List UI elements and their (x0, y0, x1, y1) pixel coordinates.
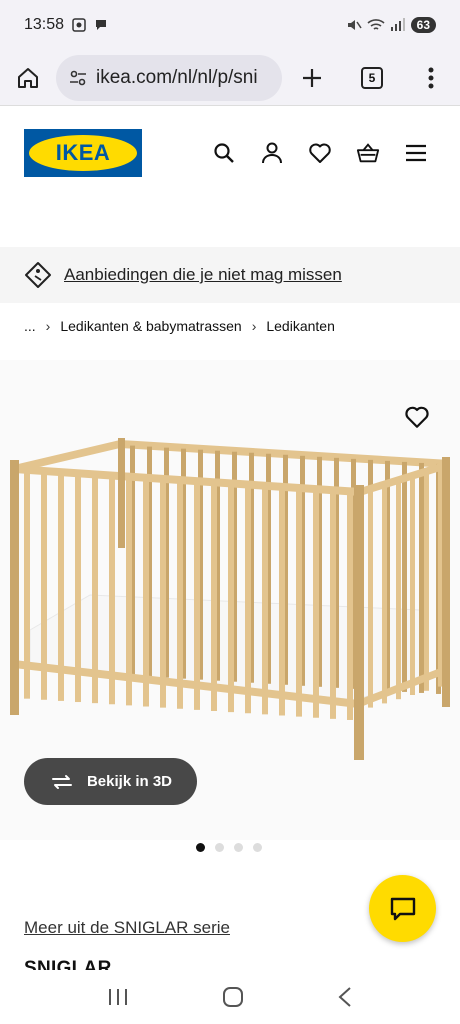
mute-icon (347, 20, 362, 30)
tab-switcher-button[interactable]: 5 (342, 50, 402, 106)
view-3d-label: Bekijk in 3D (86, 773, 173, 790)
heart-icon[interactable] (404, 404, 430, 430)
price-tag-icon (25, 262, 51, 288)
plus-icon (303, 68, 321, 87)
new-tab-button[interactable] (282, 50, 342, 106)
status-bar: 13:58 63 (0, 0, 460, 50)
breadcrumb-item[interactable]: Ledikanten & babymatrassen (60, 318, 241, 334)
heart-icon (309, 143, 331, 163)
chat-icon (390, 897, 415, 920)
url-text[interactable]: ikea.com/nl/nl/p/sni (96, 67, 258, 89)
basket-button[interactable] (356, 137, 380, 169)
logo-text: IKEA (55, 140, 111, 165)
site-header: IKEA (0, 106, 460, 246)
logo-oval: IKEA (29, 135, 137, 171)
tab-count: 5 (361, 66, 383, 89)
chevron-right-icon: › (251, 318, 257, 334)
system-nav-bar (0, 970, 460, 1024)
site-settings-icon[interactable] (68, 68, 88, 88)
menu-icon (406, 144, 426, 162)
home-button[interactable] (0, 50, 56, 106)
wifi-icon (367, 19, 385, 30)
battery-indicator: 63 (410, 17, 436, 33)
recent-apps-icon[interactable] (107, 987, 129, 1007)
account-icon (262, 142, 282, 164)
series-link[interactable]: Meer uit de SNIGLAR serie (24, 918, 230, 938)
clock: 13:58 (24, 16, 65, 33)
promo-link[interactable]: Aanbiedingen die je niet mag missen (64, 265, 342, 285)
home-icon (18, 67, 38, 88)
search-button[interactable] (212, 137, 236, 169)
ikea-logo[interactable]: IKEA (24, 129, 142, 177)
chat-button[interactable] (369, 875, 436, 942)
breadcrumb: ... › Ledikanten & babymatrassen › Ledik… (24, 318, 335, 334)
basket-icon (356, 143, 380, 163)
account-button[interactable] (260, 137, 284, 169)
chevron-right-icon: › (45, 318, 51, 334)
menu-button[interactable] (404, 137, 428, 169)
home-circle-icon[interactable] (222, 986, 244, 1008)
favourites-button[interactable] (308, 137, 332, 169)
browser-toolbar: ikea.com/nl/nl/p/sni 5 (0, 50, 460, 106)
gallery-dot[interactable] (234, 843, 243, 852)
more-vertical-icon (428, 67, 434, 88)
browser-menu-button[interactable] (402, 50, 460, 106)
address-bar[interactable]: ikea.com/nl/nl/p/sni (56, 54, 282, 101)
breadcrumb-item[interactable]: Ledikanten (266, 318, 335, 334)
screenshot-icon (72, 18, 86, 32)
signal-icon (390, 18, 405, 31)
gallery-dot[interactable] (215, 843, 224, 852)
header-actions (212, 137, 428, 169)
gallery-pagination (196, 843, 262, 852)
chat-bubble-icon (96, 20, 107, 30)
view-3d-button[interactable]: Bekijk in 3D (24, 758, 197, 805)
gallery-dot[interactable] (253, 843, 262, 852)
promo-banner[interactable]: Aanbiedingen die je niet mag missen (0, 247, 460, 303)
breadcrumb-ellipsis[interactable]: ... (24, 318, 36, 334)
search-icon (214, 143, 234, 163)
gallery-dot[interactable] (196, 843, 205, 852)
back-icon[interactable] (337, 986, 353, 1008)
rotate-3d-icon (51, 774, 72, 789)
